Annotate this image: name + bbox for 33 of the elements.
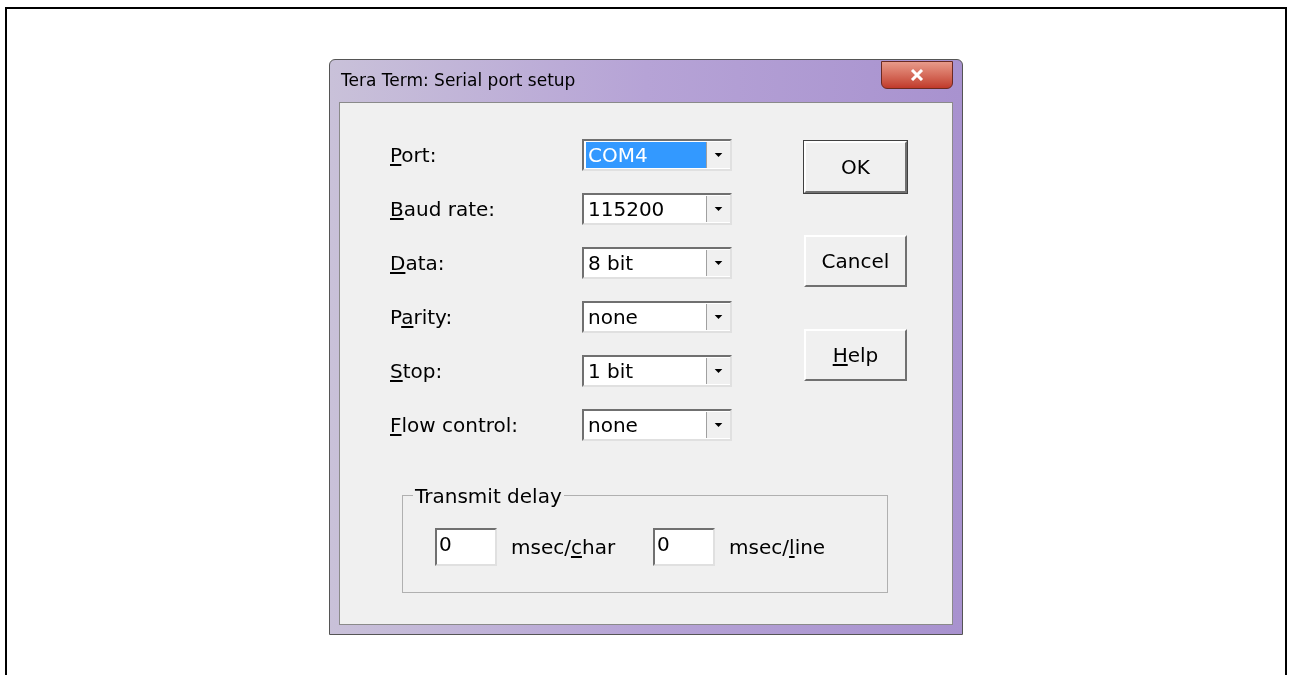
field-label: Data:: [390, 250, 446, 277]
unit-label: msec/char: [511, 534, 616, 561]
dropdown-value: none: [587, 412, 639, 438]
delay-input[interactable]: 0: [435, 528, 497, 566]
field-label: Port:: [390, 142, 438, 169]
field-label: Flow control:: [390, 412, 520, 439]
caret-icon: [706, 250, 730, 276]
close-button[interactable]: [881, 61, 953, 89]
window-title: Tera Term: Serial port setup: [340, 69, 576, 93]
dropdown-value: 1 bit: [587, 358, 635, 384]
dropdown[interactable]: 8 bit: [582, 247, 732, 279]
dialog-button[interactable]: Cancel: [804, 235, 907, 287]
close-icon: [910, 69, 924, 81]
delay-input[interactable]: 0: [653, 528, 716, 566]
dropdown-value: none: [587, 304, 639, 330]
dropdown-value: 8 bit: [587, 250, 635, 276]
dialog-button[interactable]: Help: [804, 329, 907, 381]
caret-icon: [706, 304, 730, 330]
caret-icon: [706, 412, 730, 438]
field-label: Baud rate:: [390, 196, 497, 223]
unit-label: msec/line: [729, 534, 826, 561]
dropdown[interactable]: none: [582, 301, 732, 333]
dialog-button[interactable]: OK: [804, 141, 907, 193]
dropdown[interactable]: none: [582, 409, 732, 441]
dropdown[interactable]: 115200: [582, 193, 732, 225]
caret-icon: [706, 142, 730, 168]
caret-icon: [706, 196, 730, 222]
dropdown[interactable]: 1 bit: [582, 355, 732, 387]
field-label: Parity:: [390, 304, 454, 331]
dropdown-value: 115200: [587, 196, 666, 222]
dropdown-value: COM4: [586, 142, 706, 168]
field-label: Stop:: [390, 358, 444, 385]
caret-icon: [706, 358, 730, 384]
